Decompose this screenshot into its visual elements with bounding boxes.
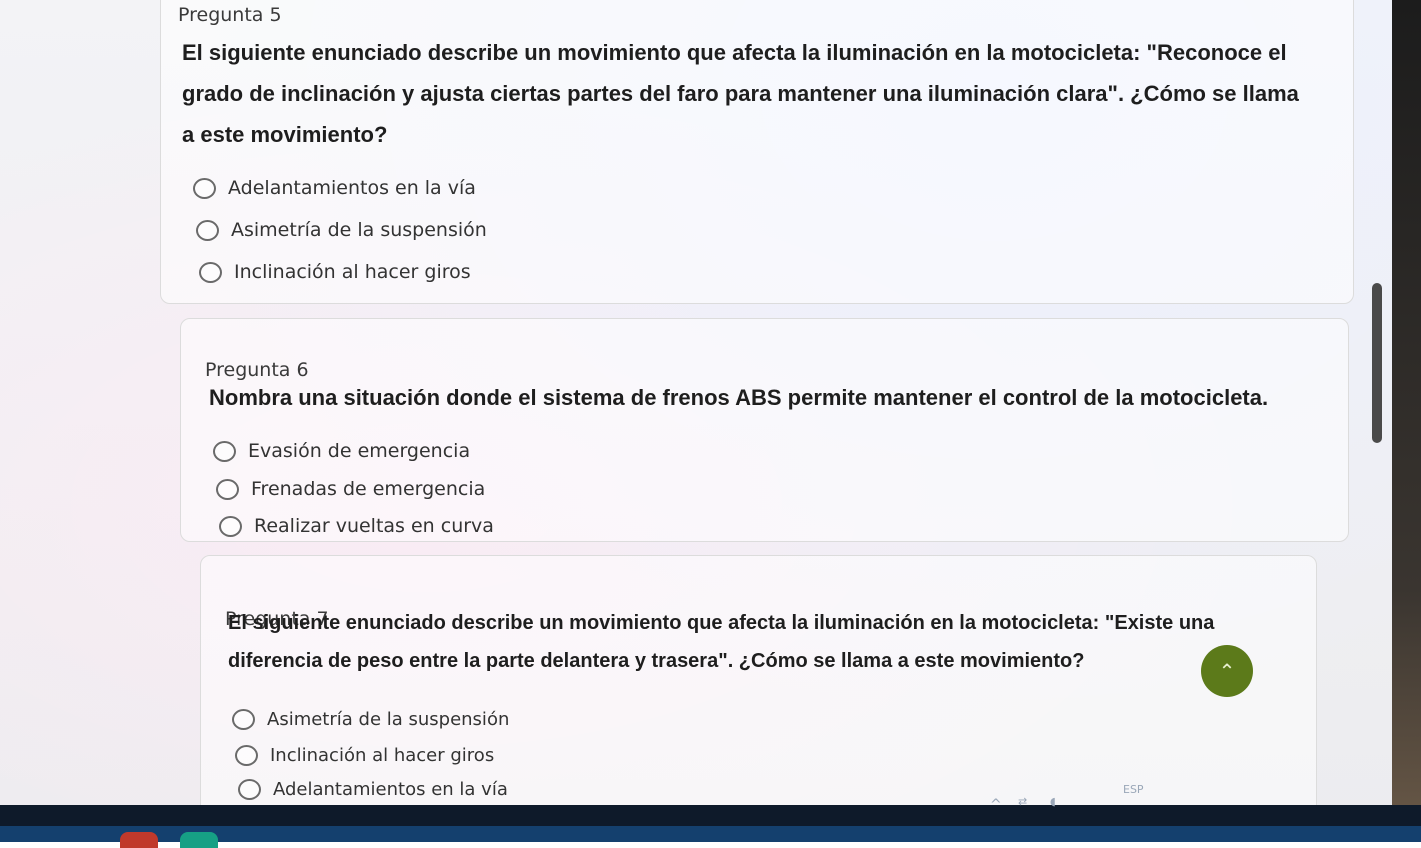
question-text-line: diferencia de peso entre la parte delant… <box>228 650 1085 672</box>
radio-button[interactable] <box>235 745 258 766</box>
radio-button[interactable] <box>196 219 219 241</box>
radio-button[interactable] <box>219 515 242 537</box>
radio-button[interactable] <box>238 779 261 800</box>
radio-button[interactable] <box>216 478 239 500</box>
option-label: Adelantamientos en la vía <box>273 779 508 800</box>
question-text-line: El siguiente enunciado describe un movim… <box>182 40 1287 65</box>
screen: Pregunta 5 El siguiente enunciado descri… <box>0 0 1421 848</box>
monitor-bezel-right <box>1392 0 1421 842</box>
question-text-line: a este movimiento? <box>182 122 388 147</box>
option-label: Asimetría de la suspensión <box>267 709 510 730</box>
chevron-up-icon[interactable]: ^ <box>990 797 1002 813</box>
radio-button[interactable] <box>199 261 222 283</box>
radio-button[interactable] <box>232 709 255 730</box>
radio-option[interactable]: Asimetría de la suspensión <box>232 709 509 730</box>
radio-button[interactable] <box>193 177 216 199</box>
scrollbar-thumb[interactable] <box>1372 283 1382 443</box>
option-label: Inclinación al hacer giros <box>270 745 495 766</box>
radio-option[interactable]: Inclinación al hacer giros <box>235 745 494 766</box>
question-card-6 <box>180 318 1349 542</box>
taskbar-apps <box>0 826 1421 848</box>
option-label: Asimetría de la suspensión <box>231 219 487 241</box>
question-text: El siguiente enunciado describe un movim… <box>182 32 1382 155</box>
option-label: Adelantamientos en la vía <box>228 177 476 199</box>
scroll-to-top-button[interactable]: ⌃ <box>1201 645 1253 697</box>
radio-option[interactable]: Evasión de emergencia <box>213 440 470 462</box>
network-icon[interactable]: ⇄ <box>1018 795 1027 808</box>
question-text-line: Nombra una situación donde el sistema de… <box>209 385 1269 410</box>
question-text: El siguiente enunciado describe un movim… <box>228 604 1308 680</box>
option-label: Realizar vueltas en curva <box>254 515 494 537</box>
radio-button[interactable] <box>213 440 236 462</box>
radio-option[interactable]: Asimetría de la suspensión <box>196 219 487 241</box>
taskbar-app-icon[interactable] <box>120 832 158 848</box>
question-label: Pregunta 5 <box>178 4 282 26</box>
radio-option[interactable]: Realizar vueltas en curva <box>219 515 494 537</box>
question-text: Nombra una situación donde el sistema de… <box>209 377 1359 418</box>
volume-icon[interactable]: ◖ <box>1050 795 1056 808</box>
question-text-line: grado de inclinación y ajusta ciertas pa… <box>182 81 1299 106</box>
option-label: Inclinación al hacer giros <box>234 261 471 283</box>
option-label: Frenadas de emergencia <box>251 478 486 500</box>
question-text-line: El siguiente enunciado describe un movim… <box>228 612 1215 634</box>
radio-option[interactable]: Frenadas de emergencia <box>216 478 485 500</box>
double-chevron-up-icon: ⌃ <box>1218 659 1236 683</box>
radio-option[interactable]: Inclinación al hacer giros <box>199 261 471 283</box>
language-indicator[interactable]: ESP <box>1123 783 1144 796</box>
radio-option[interactable]: Adelantamientos en la vía <box>238 779 508 800</box>
taskbar-app-icon[interactable] <box>180 832 218 848</box>
radio-option[interactable]: Adelantamientos en la vía <box>193 177 476 199</box>
option-label: Evasión de emergencia <box>248 440 471 462</box>
